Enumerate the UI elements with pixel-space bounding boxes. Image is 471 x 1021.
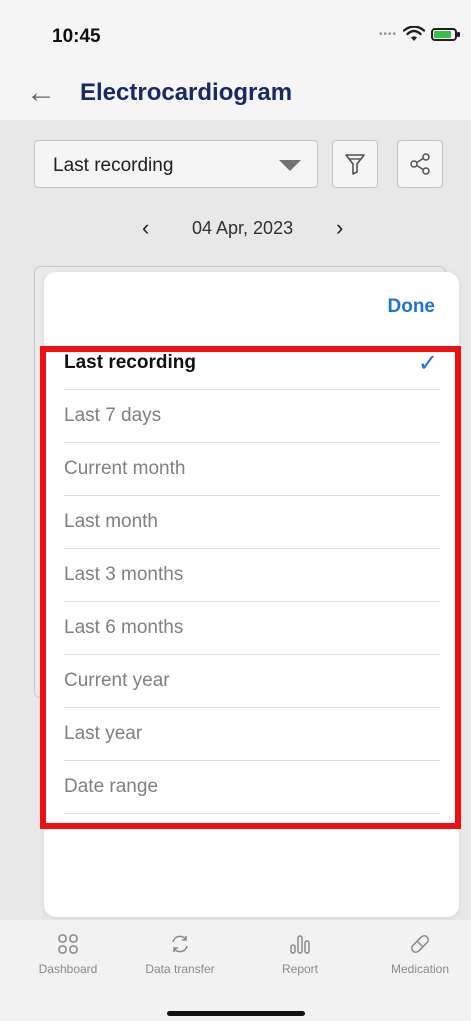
medication-icon (370, 928, 470, 960)
done-button[interactable]: Done (388, 296, 436, 318)
data-transfer-icon (130, 928, 230, 960)
nav-report[interactable]: Report (250, 928, 350, 988)
nav-data-transfer[interactable]: Data transfer (130, 928, 230, 988)
bottom-navigation: Dashboard Data transfer Report Medicatio… (0, 920, 471, 1021)
home-indicator[interactable] (167, 1011, 305, 1016)
nav-label: Dashboard (38, 962, 98, 976)
dashboard-icon (18, 928, 118, 960)
screen: 10:45 •••• ← Electrocardiogram Last reco… (0, 0, 471, 1021)
highlight-box (40, 346, 461, 829)
nav-dashboard[interactable]: Dashboard (18, 928, 118, 988)
nav-label: Medication (390, 962, 450, 976)
nav-label: Data transfer (145, 962, 215, 976)
report-icon (250, 928, 350, 960)
nav-medication[interactable]: Medication (370, 928, 470, 988)
nav-label: Report (281, 962, 319, 976)
